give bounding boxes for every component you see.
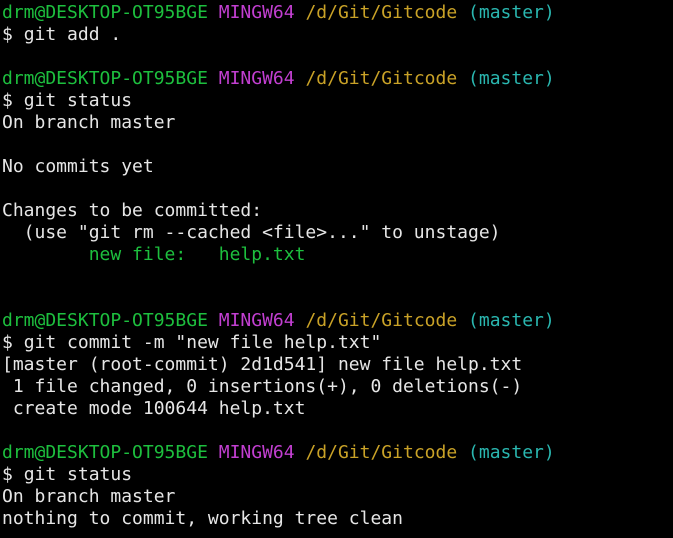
command-text: git commit -m "new file help.txt" bbox=[23, 332, 382, 353]
prompt-env: MINGW64 bbox=[218, 68, 295, 89]
terminal-window[interactable]: drm@DESKTOP-OT95BGE MINGW64 /d/Git/Gitco… bbox=[0, 0, 673, 538]
output-line: No commits yet bbox=[2, 156, 154, 177]
prompt-path: /d/Git/Gitcode bbox=[305, 68, 458, 89]
prompt-branch: (master) bbox=[468, 2, 555, 23]
staged-file-line: new file: help.txt bbox=[2, 244, 306, 265]
prompt-line: drm@DESKTOP-OT95BGE MINGW64 /d/Git/Gitco… bbox=[2, 442, 673, 464]
prompt-path: /d/Git/Gitcode bbox=[305, 2, 458, 23]
output-line: 1 file changed, 0 insertions(+), 0 delet… bbox=[2, 376, 523, 397]
prompt-line: drm@DESKTOP-OT95BGE MINGW64 /d/Git/Gitco… bbox=[2, 2, 673, 24]
output-line: On branch master bbox=[2, 486, 176, 507]
output-line: [master (root-commit) 2d1d541] new file … bbox=[2, 354, 523, 375]
prompt-env: MINGW64 bbox=[218, 442, 295, 463]
output-line: On branch master bbox=[2, 112, 176, 133]
prompt-path: /d/Git/Gitcode bbox=[305, 310, 458, 331]
prompt-user-host: drm@DESKTOP-OT95BGE bbox=[2, 310, 208, 331]
prompt-symbol: $ bbox=[2, 332, 13, 353]
prompt-env: MINGW64 bbox=[218, 310, 295, 331]
prompt-symbol: $ bbox=[2, 90, 13, 111]
prompt-env: MINGW64 bbox=[218, 2, 295, 23]
prompt-path: /d/Git/Gitcode bbox=[305, 442, 458, 463]
prompt-line: drm@DESKTOP-OT95BGE MINGW64 /d/Git/Gitco… bbox=[2, 310, 673, 332]
output-line: (use "git rm --cached <file>..." to unst… bbox=[2, 222, 501, 243]
prompt-user-host: drm@DESKTOP-OT95BGE bbox=[2, 2, 208, 23]
prompt-user-host: drm@DESKTOP-OT95BGE bbox=[2, 442, 208, 463]
prompt-symbol: $ bbox=[2, 24, 13, 45]
prompt-user-host: drm@DESKTOP-OT95BGE bbox=[2, 68, 208, 89]
prompt-branch: (master) bbox=[468, 310, 555, 331]
command-line: $ git commit -m "new file help.txt" bbox=[2, 332, 673, 354]
output-line: create mode 100644 help.txt bbox=[2, 398, 306, 419]
prompt-branch: (master) bbox=[468, 442, 555, 463]
command-text: git status bbox=[23, 464, 133, 485]
prompt-line: drm@DESKTOP-OT95BGE MINGW64 /d/Git/Gitco… bbox=[2, 68, 673, 90]
output-line: nothing to commit, working tree clean bbox=[2, 508, 403, 529]
command-line: $ git add . bbox=[2, 24, 673, 46]
prompt-symbol: $ bbox=[2, 464, 13, 485]
command-line: $ git status bbox=[2, 464, 673, 486]
output-line: Changes to be committed: bbox=[2, 200, 263, 221]
command-line: $ git status bbox=[2, 90, 673, 112]
command-text: git add . bbox=[23, 24, 122, 45]
command-text: git status bbox=[23, 90, 133, 111]
prompt-branch: (master) bbox=[468, 68, 555, 89]
